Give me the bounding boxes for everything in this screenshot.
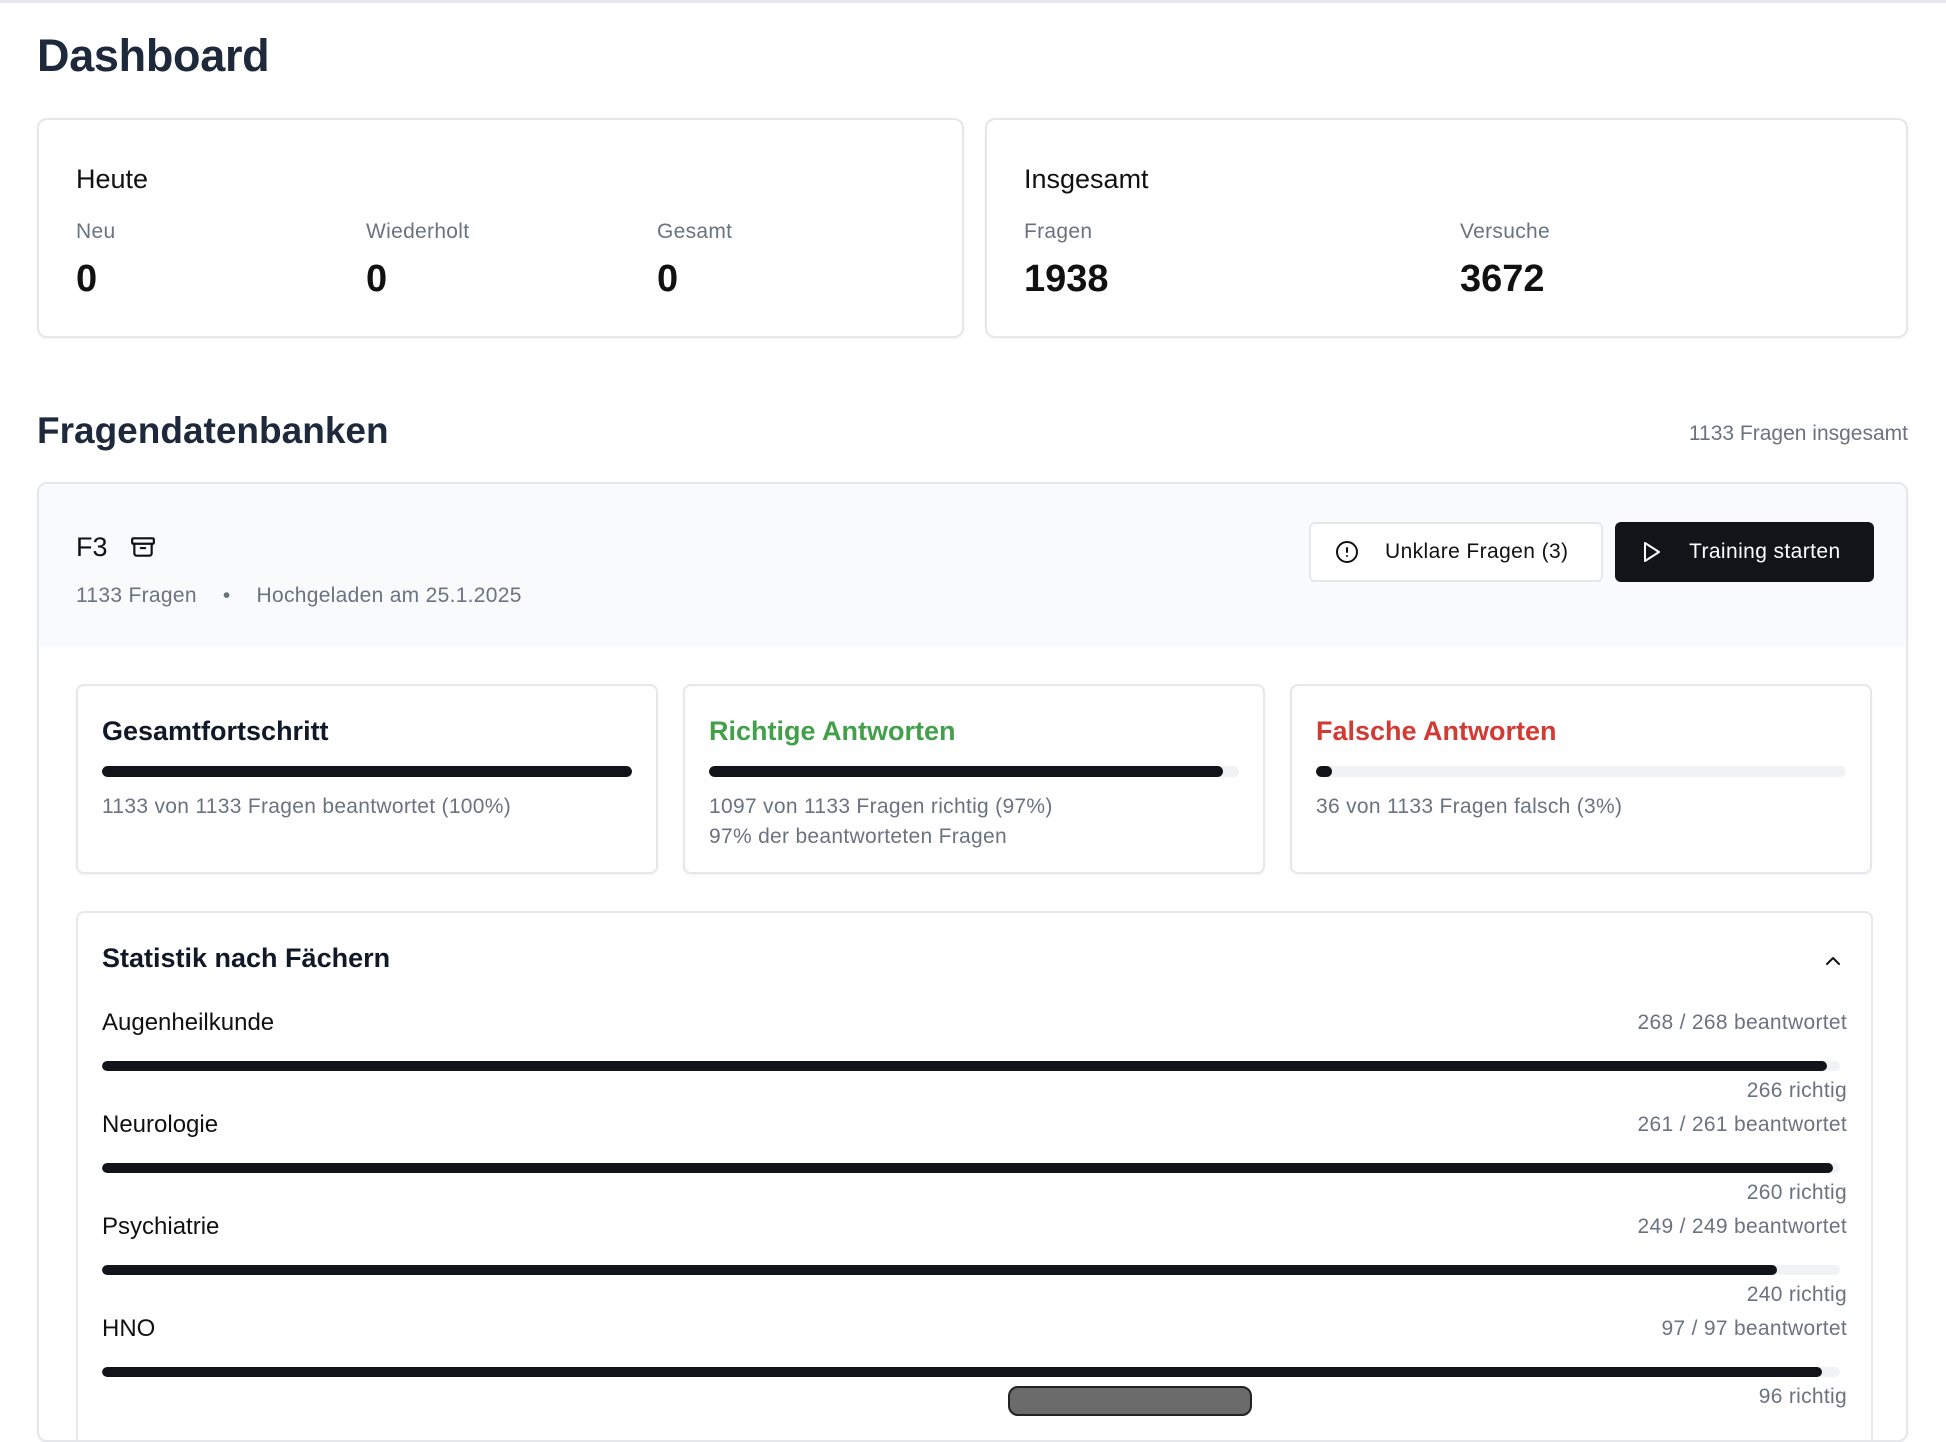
- wrong-answers-bar: [1316, 766, 1846, 777]
- overall-progress-card: Gesamtfortschritt 1133 von 1133 Fragen b…: [76, 684, 658, 874]
- progress-fill: [102, 1367, 1823, 1377]
- stat-value: 3672: [1460, 258, 1545, 300]
- database-meta: 1133 Fragen • Hochgeladen am 25.1.2025: [76, 584, 522, 608]
- stat-new: Neu 0: [76, 220, 115, 301]
- subject-correct: 260 richtig: [1746, 1181, 1847, 1204]
- chevron-up-icon[interactable]: [1821, 949, 1845, 973]
- stat-questions: Fragen 1938: [1024, 220, 1109, 301]
- subject-answered: 261 / 261 beantwortet: [1637, 1113, 1847, 1136]
- start-training-label: Training starten: [1689, 540, 1841, 563]
- subject-answered: 249 / 249 beantwortet: [1637, 1215, 1847, 1238]
- correct-answers-bar: [709, 766, 1239, 777]
- subject-answered: 97 / 97 beantwortet: [1661, 1317, 1847, 1340]
- start-training-button[interactable]: Training starten: [1615, 522, 1874, 582]
- subject-progress-bar: [102, 1163, 1840, 1173]
- wrong-answers-title: Falsche Antworten: [1316, 716, 1557, 746]
- subject-name: HNO: [102, 1315, 156, 1342]
- database-header: F3 1133 Fragen • Hochgeladen am 25.1.2025 …: [39, 484, 1906, 646]
- subject-progress-bar: [102, 1061, 1840, 1071]
- stat-label: Gesamt: [657, 220, 733, 243]
- progress-fill: [102, 766, 632, 777]
- stat-value: 1938: [1024, 258, 1109, 300]
- correct-answers-text: 1097 von 1133 Fragen richtig (97%) 97% d…: [709, 792, 1053, 852]
- correct-answers-card: Richtige Antworten 1097 von 1133 Fragen …: [683, 684, 1265, 874]
- archive-icon[interactable]: [130, 534, 156, 560]
- subject-correct: 240 richtig: [1746, 1283, 1847, 1306]
- stat-label: Neu: [76, 220, 116, 243]
- stat-attempts: Versuche 3672: [1460, 220, 1550, 301]
- progress-fill: [102, 1265, 1778, 1275]
- stat-repeated: Wiederholt 0: [366, 220, 469, 301]
- play-icon: [1644, 542, 1660, 562]
- overall-progress-text: 1133 von 1133 Fragen beantwortet (100%): [102, 795, 512, 818]
- wrong-answers-text: 36 von 1133 Fragen falsch (3%): [1316, 795, 1623, 818]
- today-card: Heute Neu 0 Wiederholt 0 Gesamt 0: [37, 118, 964, 338]
- wrong-answers-card: Falsche Antworten 36 von 1133 Fragen fal…: [1290, 684, 1872, 874]
- subject-row: HNO 97 / 97 beantwortet 96 richtig: [102, 1315, 1847, 1415]
- stat-label: Wiederholt: [366, 220, 470, 243]
- subject-correct: 266 richtig: [1746, 1079, 1847, 1102]
- stat-total: Gesamt 0: [657, 220, 732, 301]
- database-card: F3 1133 Fragen • Hochgeladen am 25.1.2025 …: [37, 482, 1908, 1442]
- stat-value: 0: [76, 258, 98, 300]
- stat-value: 0: [657, 258, 679, 300]
- progress-fill: [1316, 766, 1332, 777]
- subject-stats-title: Statistik nach Fächern: [102, 943, 391, 973]
- overall-title: Insgesamt: [1024, 164, 1149, 194]
- today-title: Heute: [76, 164, 149, 194]
- unclear-questions-button[interactable]: Unklare Fragen (3): [1309, 522, 1603, 582]
- subject-row: Neurologie 261 / 261 beantwortet 260 ric…: [102, 1111, 1847, 1211]
- subject-name: Neurologie: [102, 1111, 219, 1138]
- unclear-questions-label: Unklare Fragen (3): [1385, 540, 1569, 563]
- stat-label: Versuche: [1460, 220, 1550, 243]
- subject-name: Psychiatrie: [102, 1213, 220, 1240]
- overall-progress-title: Gesamtfortschritt: [102, 716, 329, 746]
- subject-stats-card: Statistik nach Fächern Augenheilkunde 26…: [76, 911, 1873, 1440]
- subject-name: Augenheilkunde: [102, 1009, 275, 1036]
- subject-row: Augenheilkunde 268 / 268 beantwortet 266…: [102, 1009, 1847, 1109]
- progress-fill: [102, 1061, 1827, 1071]
- subject-progress-bar: [102, 1367, 1840, 1377]
- progress-fill: [709, 766, 1224, 777]
- subject-answered: 268 / 268 beantwortet: [1637, 1011, 1847, 1034]
- correct-answers-count: 1097 von 1133 Fragen richtig (97%): [709, 795, 1053, 818]
- stat-label: Fragen: [1024, 220, 1093, 243]
- databases-total: 1133 Fragen insgesamt: [1688, 422, 1908, 445]
- floating-scroll-handle[interactable]: [1008, 1386, 1252, 1416]
- page-title: Dashboard: [37, 30, 270, 81]
- overall-card: Insgesamt Fragen 1938 Versuche 3672: [985, 118, 1908, 338]
- database-count: 1133 Fragen: [76, 584, 197, 607]
- top-border: [0, 0, 1946, 3]
- overall-progress-bar: [102, 766, 632, 777]
- database-uploaded: Hochgeladen am 25.1.2025: [256, 584, 522, 607]
- progress-fill: [102, 1163, 1834, 1173]
- subject-progress-bar: [102, 1265, 1840, 1275]
- database-name: F3: [76, 532, 108, 562]
- databases-heading: Fragendatenbanken: [37, 410, 389, 451]
- correct-answers-title: Richtige Antworten: [709, 716, 956, 746]
- subject-correct: 96 richtig: [1758, 1385, 1847, 1408]
- correct-answers-share: 97% der beantworteten Fragen: [709, 825, 1007, 848]
- alert-circle-icon: [1336, 541, 1358, 563]
- meta-separator: •: [222, 584, 231, 607]
- stat-value: 0: [366, 258, 388, 300]
- subject-row: Psychiatrie 249 / 249 beantwortet 240 ri…: [102, 1213, 1847, 1313]
